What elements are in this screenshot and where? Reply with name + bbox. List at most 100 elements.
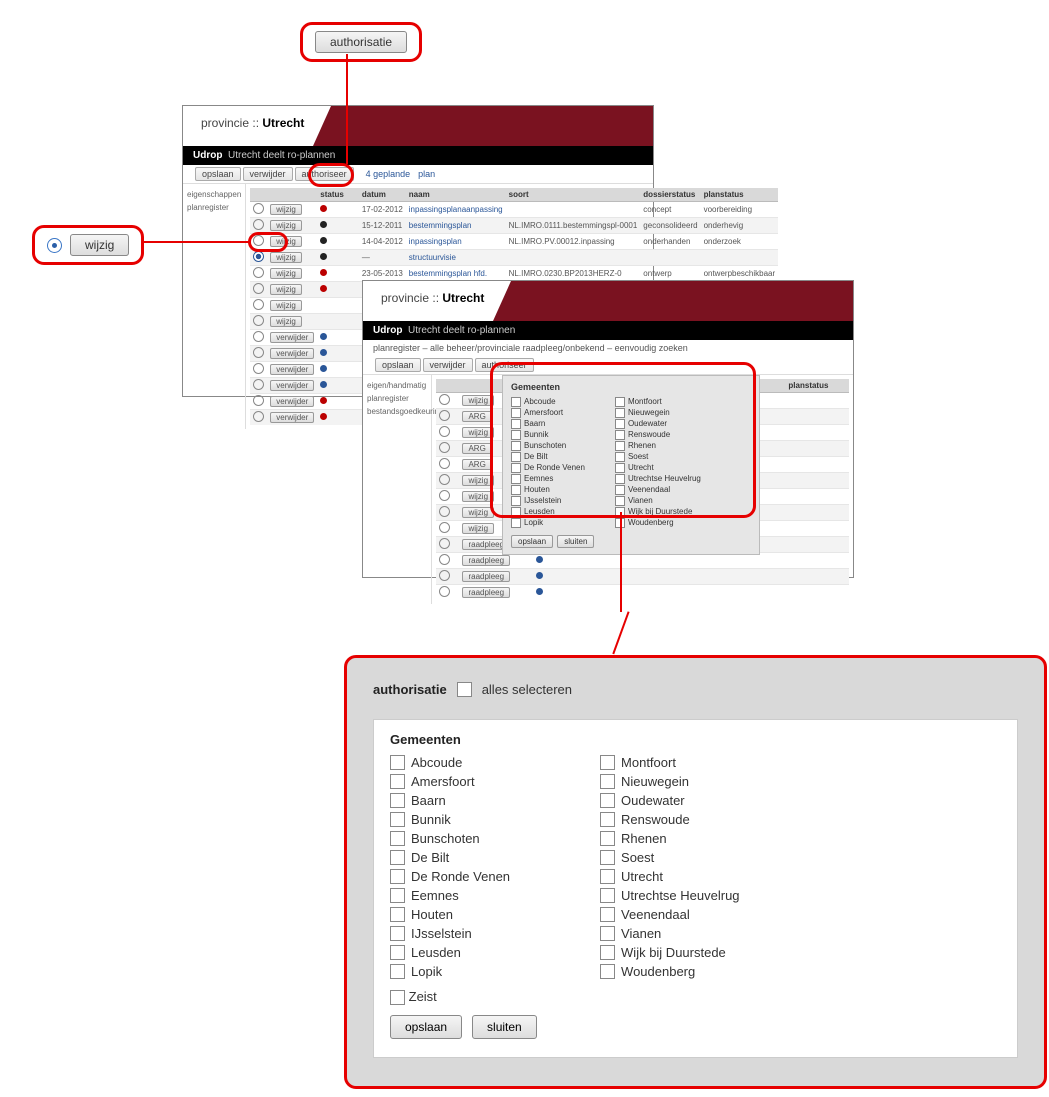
row-radio[interactable] bbox=[439, 554, 450, 565]
gemeente-option[interactable]: Utrechtse Heuvelrug bbox=[600, 888, 740, 903]
gemeente-option[interactable]: Houten bbox=[390, 907, 510, 922]
row-action-button[interactable]: wijzig bbox=[270, 252, 302, 263]
row-action-button[interactable]: ARG bbox=[462, 411, 491, 422]
row-radio[interactable] bbox=[253, 203, 264, 214]
gemeente-option[interactable]: Bunschoten bbox=[390, 831, 510, 846]
row-action-button[interactable]: verwijder bbox=[270, 412, 314, 423]
row-action-button[interactable]: verwijder bbox=[270, 380, 314, 391]
row-radio[interactable] bbox=[253, 331, 264, 342]
delete-button[interactable]: verwijder bbox=[243, 167, 293, 181]
gemeente-checkbox[interactable] bbox=[390, 812, 405, 827]
row-radio[interactable] bbox=[439, 474, 450, 485]
gemeente-checkbox[interactable] bbox=[390, 964, 405, 979]
gemeente-checkbox[interactable] bbox=[600, 926, 615, 941]
row-action-button[interactable]: wijzig bbox=[270, 204, 302, 215]
gemeente-option[interactable]: Wijk bij Duurstede bbox=[600, 945, 740, 960]
row-radio[interactable] bbox=[253, 267, 264, 278]
row-action-button[interactable]: wijzig bbox=[462, 523, 494, 534]
gemeente-checkbox[interactable] bbox=[390, 945, 405, 960]
row-radio[interactable] bbox=[253, 299, 264, 310]
row-link[interactable]: structuurvisie bbox=[409, 253, 456, 262]
popup-save-button[interactable]: opslaan bbox=[511, 535, 553, 548]
close-button[interactable]: sluiten bbox=[472, 1015, 537, 1039]
gemeente-option[interactable]: Baarn bbox=[390, 793, 510, 808]
gemeente-checkbox[interactable] bbox=[600, 793, 615, 808]
gemeente-checkbox[interactable] bbox=[390, 831, 405, 846]
gemeente-checkbox[interactable] bbox=[600, 964, 615, 979]
row-action-button[interactable]: verwijder bbox=[270, 396, 314, 407]
row-radio[interactable] bbox=[439, 506, 450, 517]
save-button[interactable]: opslaan bbox=[390, 1015, 462, 1039]
row-radio[interactable] bbox=[439, 570, 450, 581]
gemeente-checkbox[interactable] bbox=[390, 869, 405, 884]
row-action-button[interactable]: wijzig bbox=[270, 220, 302, 231]
gemeente-checkbox[interactable] bbox=[390, 793, 405, 808]
row-action-button[interactable]: raadpleeg bbox=[462, 555, 510, 566]
row-link[interactable]: bestemmingsplan hfd. bbox=[409, 269, 487, 278]
gemeente-checkbox[interactable] bbox=[600, 869, 615, 884]
row-radio[interactable] bbox=[439, 458, 450, 469]
gemeente-option[interactable]: Abcoude bbox=[390, 755, 510, 770]
row-action-button[interactable]: raadpleeg bbox=[462, 587, 510, 598]
row-action-button[interactable]: verwijder bbox=[270, 348, 314, 359]
gemeente-option[interactable]: Bunnik bbox=[390, 812, 510, 827]
gemeente-checkbox[interactable] bbox=[600, 945, 615, 960]
row-radio[interactable] bbox=[439, 490, 450, 501]
row-radio[interactable] bbox=[253, 315, 264, 326]
gemeente-checkbox[interactable] bbox=[390, 907, 405, 922]
row-radio[interactable] bbox=[253, 347, 264, 358]
row-radio[interactable] bbox=[253, 411, 264, 422]
row-radio[interactable] bbox=[253, 283, 264, 294]
gemeente-checkbox[interactable] bbox=[390, 990, 405, 1005]
gemeente-checkbox[interactable] bbox=[600, 774, 615, 789]
gemeente-checkbox[interactable] bbox=[390, 888, 405, 903]
wijzig-button-callout[interactable]: wijzig bbox=[70, 234, 129, 256]
gemeente-option[interactable]: De Bilt bbox=[390, 850, 510, 865]
row-action-button[interactable]: wijzig bbox=[270, 316, 302, 327]
row-action-button[interactable]: verwijder bbox=[270, 364, 314, 375]
row-action-button[interactable]: wijzig bbox=[270, 284, 302, 295]
gemeente-option[interactable]: Rhenen bbox=[600, 831, 740, 846]
row-action-button[interactable]: wijzig bbox=[270, 300, 302, 311]
row-action-button[interactable]: ARG bbox=[462, 459, 491, 470]
gemeente-option[interactable]: IJsselstein bbox=[390, 926, 510, 941]
delete-button[interactable]: verwijder bbox=[423, 358, 473, 372]
row-radio[interactable] bbox=[253, 219, 264, 230]
row-radio[interactable] bbox=[439, 442, 450, 453]
gemeente-checkbox[interactable] bbox=[390, 926, 405, 941]
gemeente-option[interactable]: Utrecht bbox=[600, 869, 740, 884]
save-button[interactable]: opslaan bbox=[195, 167, 241, 181]
gemeente-checkbox[interactable] bbox=[390, 755, 405, 770]
gemeente-option[interactable]: Woudenberg bbox=[600, 964, 740, 979]
gemeente-option[interactable]: Oudewater bbox=[600, 793, 740, 808]
popup-close-button[interactable]: sluiten bbox=[557, 535, 594, 548]
row-radio[interactable] bbox=[439, 586, 450, 597]
row-radio[interactable] bbox=[439, 410, 450, 421]
row-radio[interactable] bbox=[439, 538, 450, 549]
row-action-button[interactable]: verwijder bbox=[270, 332, 314, 343]
gemeente-option[interactable]: Veenendaal bbox=[600, 907, 740, 922]
gemeente-option[interactable]: Vianen bbox=[600, 926, 740, 941]
gemeente-checkbox[interactable] bbox=[600, 831, 615, 846]
row-link[interactable]: inpassingsplan bbox=[409, 237, 462, 246]
save-button[interactable]: opslaan bbox=[375, 358, 421, 372]
row-link[interactable]: inpassingsplanaanpassing bbox=[409, 205, 503, 214]
gemeente-option[interactable]: Leusden bbox=[390, 945, 510, 960]
authorize-button-callout[interactable]: authorisatie bbox=[315, 31, 407, 53]
gemeente-checkbox[interactable] bbox=[600, 755, 615, 770]
gemeente-option[interactable]: Renswoude bbox=[600, 812, 740, 827]
row-radio[interactable] bbox=[439, 426, 450, 437]
gemeente-checkbox[interactable] bbox=[600, 888, 615, 903]
row-radio[interactable] bbox=[253, 251, 264, 262]
row-action-button[interactable]: wijzig bbox=[270, 268, 302, 279]
row-radio[interactable] bbox=[439, 522, 450, 533]
gemeente-option[interactable]: Montfoort bbox=[600, 755, 740, 770]
row-radio[interactable] bbox=[253, 379, 264, 390]
gemeente-option[interactable]: Amersfoort bbox=[390, 774, 510, 789]
row-radio[interactable] bbox=[253, 363, 264, 374]
gemeente-checkbox[interactable] bbox=[390, 850, 405, 865]
row-radio[interactable] bbox=[439, 394, 450, 405]
gemeente-checkbox[interactable] bbox=[600, 850, 615, 865]
gemeente-option[interactable]: Eemnes bbox=[390, 888, 510, 903]
gemeente-option[interactable]: Soest bbox=[600, 850, 740, 865]
